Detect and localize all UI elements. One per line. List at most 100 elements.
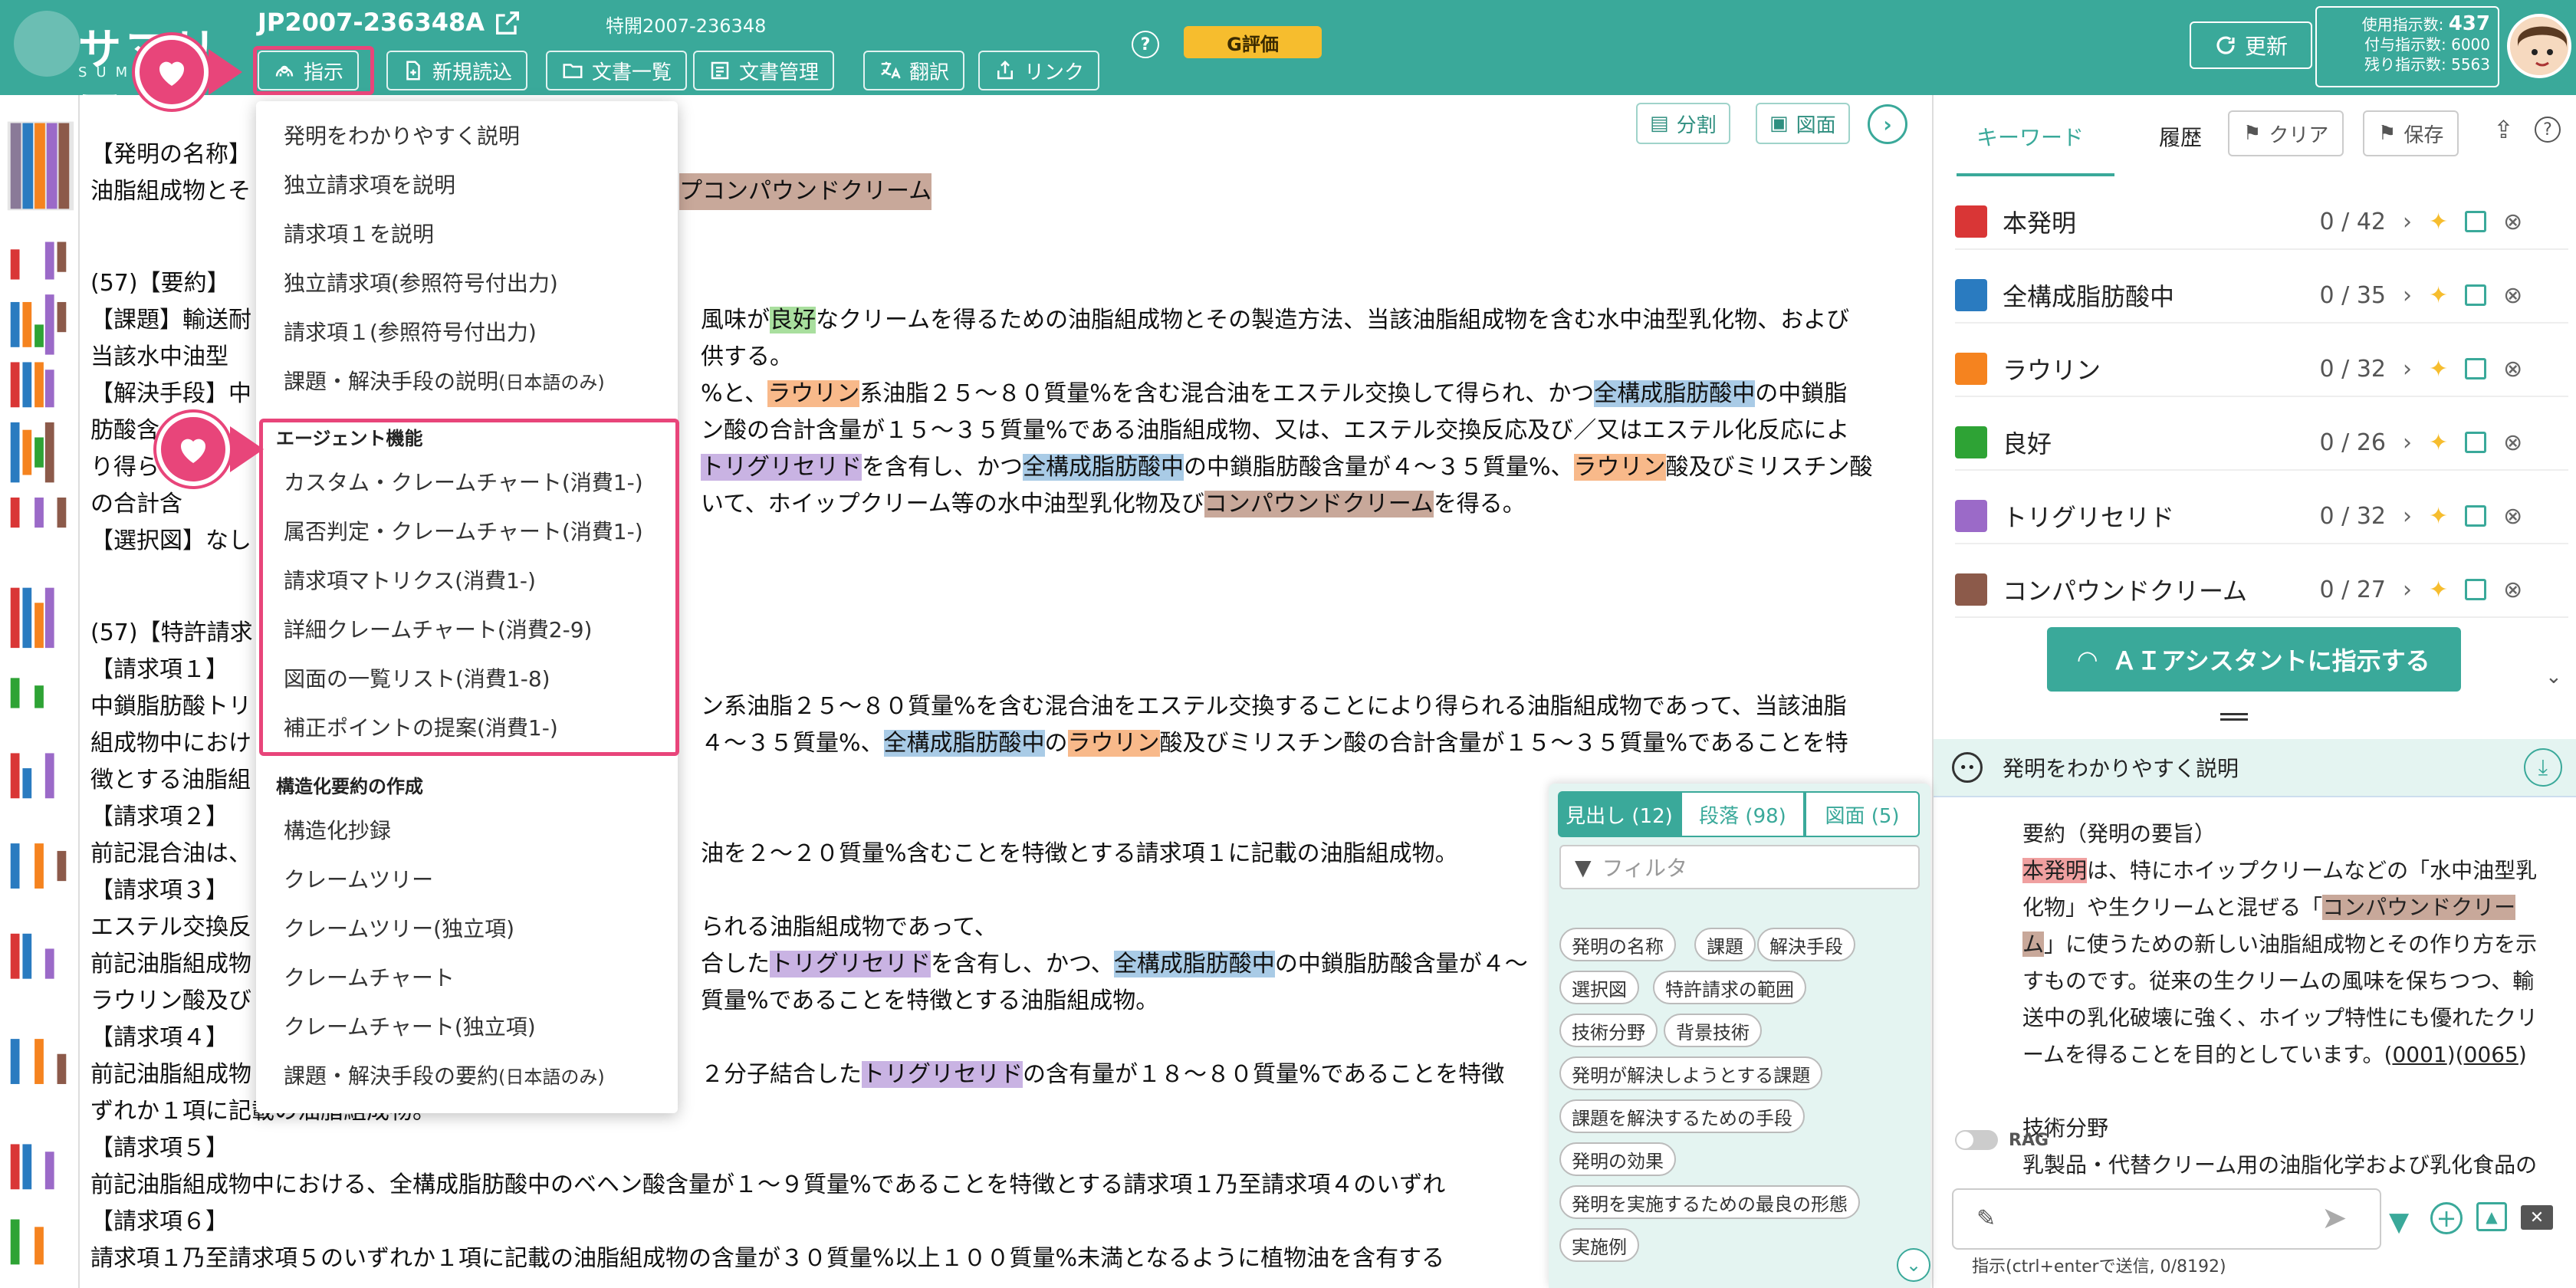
send-icon[interactable]: ➤ bbox=[2321, 1201, 2348, 1236]
tab-paragraphs[interactable]: 段落 (98) bbox=[1681, 791, 1805, 837]
keyword-row[interactable]: 本発明 0 / 42 › ✦ ⊗ bbox=[1955, 195, 2568, 250]
upload-icon[interactable]: ⇪ bbox=[2493, 115, 2514, 144]
checkbox[interactable] bbox=[2465, 432, 2487, 453]
remove-icon[interactable]: ⊗ bbox=[2503, 209, 2522, 235]
heading-chip[interactable]: 特許請求の範囲 bbox=[1653, 971, 1806, 1004]
heading-chip[interactable]: 発明の名称 bbox=[1559, 928, 1676, 961]
sparkle-icon[interactable]: ✦ bbox=[2429, 209, 2448, 235]
link-button[interactable]: リンク bbox=[978, 51, 1100, 90]
keyword-color-swatch[interactable] bbox=[1955, 500, 1987, 532]
collapse-icon[interactable]: ⌄ bbox=[2545, 665, 2562, 688]
checkbox[interactable] bbox=[2465, 284, 2487, 306]
keyword-color-swatch[interactable] bbox=[1955, 353, 1987, 385]
keyword-highlight[interactable]: 良好 bbox=[770, 307, 816, 334]
avatar[interactable] bbox=[2507, 14, 2571, 78]
paragraph-ref-link[interactable]: 0001 bbox=[2392, 1042, 2446, 1067]
toggle-switch[interactable] bbox=[1955, 1130, 1998, 1150]
menu-item-explain[interactable]: 発明をわかりやすく説明 bbox=[284, 120, 520, 150]
filter-icon[interactable]: ▼ bbox=[2389, 1207, 2409, 1237]
sparkle-icon[interactable]: ✦ bbox=[2429, 356, 2448, 383]
collapse-icon[interactable]: ⌄ bbox=[1897, 1248, 1930, 1282]
rag-toggle[interactable]: RAG bbox=[1955, 1130, 2049, 1150]
menu-item-figure-list[interactable]: 図面の一覧リスト(消費1-8) bbox=[284, 662, 550, 693]
download-icon[interactable]: ⤓ bbox=[2524, 748, 2562, 787]
keyword-highlight[interactable]: 全構成脂肪酸中 bbox=[883, 730, 1045, 757]
menu-item-claim-tree[interactable]: クレームツリー bbox=[284, 863, 433, 894]
heading-chip[interactable]: 課題を解決するための手段 bbox=[1559, 1099, 1805, 1133]
tab-headings[interactable]: 見出し (12) bbox=[1558, 791, 1681, 837]
chevron-right-icon[interactable]: › bbox=[2403, 577, 2412, 603]
keyword-row[interactable]: 全構成脂肪酸中 0 / 35 › ✦ ⊗ bbox=[1955, 268, 2568, 324]
menu-item-independent-claims[interactable]: 独立請求項を説明 bbox=[284, 169, 455, 199]
add-icon[interactable]: + bbox=[2430, 1202, 2463, 1234]
tab-keyword[interactable]: キーワード bbox=[1976, 121, 2084, 152]
heading-chip[interactable]: 背景技術 bbox=[1664, 1014, 1762, 1047]
menu-item-claim1-refsign[interactable]: 請求項１(参照符号付出力) bbox=[284, 316, 537, 347]
refresh-button[interactable]: 更新 bbox=[2190, 21, 2312, 69]
sparkle-icon[interactable]: ✦ bbox=[2429, 282, 2448, 309]
heading-chip[interactable]: 発明の効果 bbox=[1559, 1142, 1676, 1176]
menu-item-problem-solution[interactable]: 課題・解決手段の説明(日本語のみ) bbox=[284, 365, 605, 396]
highlight-minimap[interactable] bbox=[0, 95, 80, 1288]
keyword-highlight[interactable]: 全構成脂肪酸中 bbox=[1023, 454, 1184, 481]
filter-input[interactable]: ▼ フィルタ bbox=[1559, 845, 1920, 889]
menu-item-infringement-chart[interactable]: 属否判定・クレームチャート(消費1-) bbox=[284, 515, 643, 546]
keyword-row[interactable]: ラウリン 0 / 32 › ✦ ⊗ bbox=[1955, 342, 2568, 397]
heading-chip[interactable]: 選択図 bbox=[1559, 971, 1639, 1004]
sparkle-icon[interactable]: ✦ bbox=[2429, 503, 2448, 530]
keyword-row[interactable]: コンパウンドクリーム 0 / 27 › ✦ ⊗ bbox=[1955, 563, 2568, 618]
checkbox[interactable] bbox=[2465, 579, 2487, 600]
remove-icon[interactable]: ⊗ bbox=[2503, 356, 2522, 383]
keyword-highlight[interactable]: プコンパウンドクリーム bbox=[679, 173, 932, 210]
chevron-right-icon[interactable]: › bbox=[2403, 209, 2412, 235]
keyword-color-swatch[interactable] bbox=[1955, 279, 1987, 311]
keyword-row[interactable]: 良好 0 / 26 › ✦ ⊗ bbox=[1955, 416, 2568, 471]
menu-item-claim1[interactable]: 請求項１を説明 bbox=[284, 218, 434, 248]
keyword-row[interactable]: トリグリセリド 0 / 32 › ✦ ⊗ bbox=[1955, 489, 2568, 544]
help-icon[interactable]: ? bbox=[1132, 31, 1159, 58]
tab-figures[interactable]: 図面 (5) bbox=[1805, 791, 1920, 837]
chevron-right-icon[interactable]: › bbox=[2403, 429, 2412, 456]
heading-chip[interactable]: 発明を実施するための最良の形態 bbox=[1559, 1185, 1860, 1219]
clear-input-icon[interactable]: ✕ bbox=[2521, 1205, 2553, 1230]
menu-item-custom-claim-chart[interactable]: カスタム・クレームチャート(消費1-) bbox=[284, 466, 643, 497]
add-image-icon[interactable]: ▲ bbox=[2476, 1202, 2507, 1231]
menu-item-amendment-points[interactable]: 補正ポイントの提案(消費1-) bbox=[284, 711, 558, 742]
menu-item-claim-matrix[interactable]: 請求項マトリクス(消費1-) bbox=[284, 564, 536, 595]
heading-chip[interactable]: 発明が解決しようとする課題 bbox=[1559, 1056, 1823, 1090]
instruction-input[interactable]: ✎ ➤ bbox=[1952, 1188, 2381, 1250]
remove-icon[interactable]: ⊗ bbox=[2503, 429, 2522, 456]
keyword-highlight[interactable]: 全構成脂肪酸中 bbox=[1594, 380, 1756, 407]
menu-item-claim-chart[interactable]: クレームチャート bbox=[284, 961, 455, 992]
heading-chip[interactable]: 課題 bbox=[1694, 928, 1756, 961]
remove-icon[interactable]: ⊗ bbox=[2503, 577, 2522, 603]
keyword-color-swatch[interactable] bbox=[1955, 573, 1987, 606]
menu-item-problem-summary[interactable]: 課題・解決手段の要約(日本語のみ) bbox=[284, 1060, 605, 1090]
chevron-right-icon[interactable]: › bbox=[2403, 282, 2412, 309]
remove-icon[interactable]: ⊗ bbox=[2503, 503, 2522, 530]
remove-icon[interactable]: ⊗ bbox=[2503, 282, 2522, 309]
keyword-highlight[interactable]: ラウリン bbox=[1067, 730, 1160, 757]
checkbox[interactable] bbox=[2465, 358, 2487, 380]
ai-assistant-button[interactable]: ◠ ＡＩアシスタントに指示する bbox=[2047, 627, 2461, 692]
heading-chip[interactable]: 実施例 bbox=[1559, 1228, 1639, 1262]
checkbox[interactable] bbox=[2465, 505, 2487, 527]
grade-badge[interactable]: G評価 bbox=[1184, 26, 1322, 58]
new-load-button[interactable]: 新規読込 bbox=[386, 51, 528, 90]
heading-chip[interactable]: 技術分野 bbox=[1559, 1014, 1658, 1047]
keyword-color-swatch[interactable] bbox=[1955, 426, 1987, 458]
clear-button[interactable]: ⚑ クリア bbox=[2228, 110, 2344, 156]
menu-item-independent-refsign[interactable]: 独立請求項(参照符号付出力) bbox=[284, 267, 558, 297]
keyword-highlight[interactable]: ラウリン bbox=[1573, 454, 1666, 481]
paragraph-ref-link[interactable]: 0065 bbox=[2464, 1042, 2518, 1067]
sparkle-icon[interactable]: ✦ bbox=[2429, 577, 2448, 603]
sparkle-icon[interactable]: ✦ bbox=[2429, 429, 2448, 456]
keyword-highlight[interactable]: トリグリセリド bbox=[862, 1061, 1023, 1088]
document-manage-button[interactable]: 文書管理 bbox=[693, 51, 835, 90]
chevron-right-icon[interactable]: › bbox=[2403, 503, 2412, 530]
menu-item-detailed-claim-chart[interactable]: 詳細クレームチャート(消費2-9) bbox=[284, 613, 592, 644]
keyword-highlight[interactable]: 全構成脂肪酸中 bbox=[1113, 951, 1275, 978]
checkbox[interactable] bbox=[2465, 211, 2487, 232]
chevron-right-icon[interactable]: › bbox=[2403, 356, 2412, 383]
resize-handle[interactable] bbox=[2220, 713, 2248, 721]
